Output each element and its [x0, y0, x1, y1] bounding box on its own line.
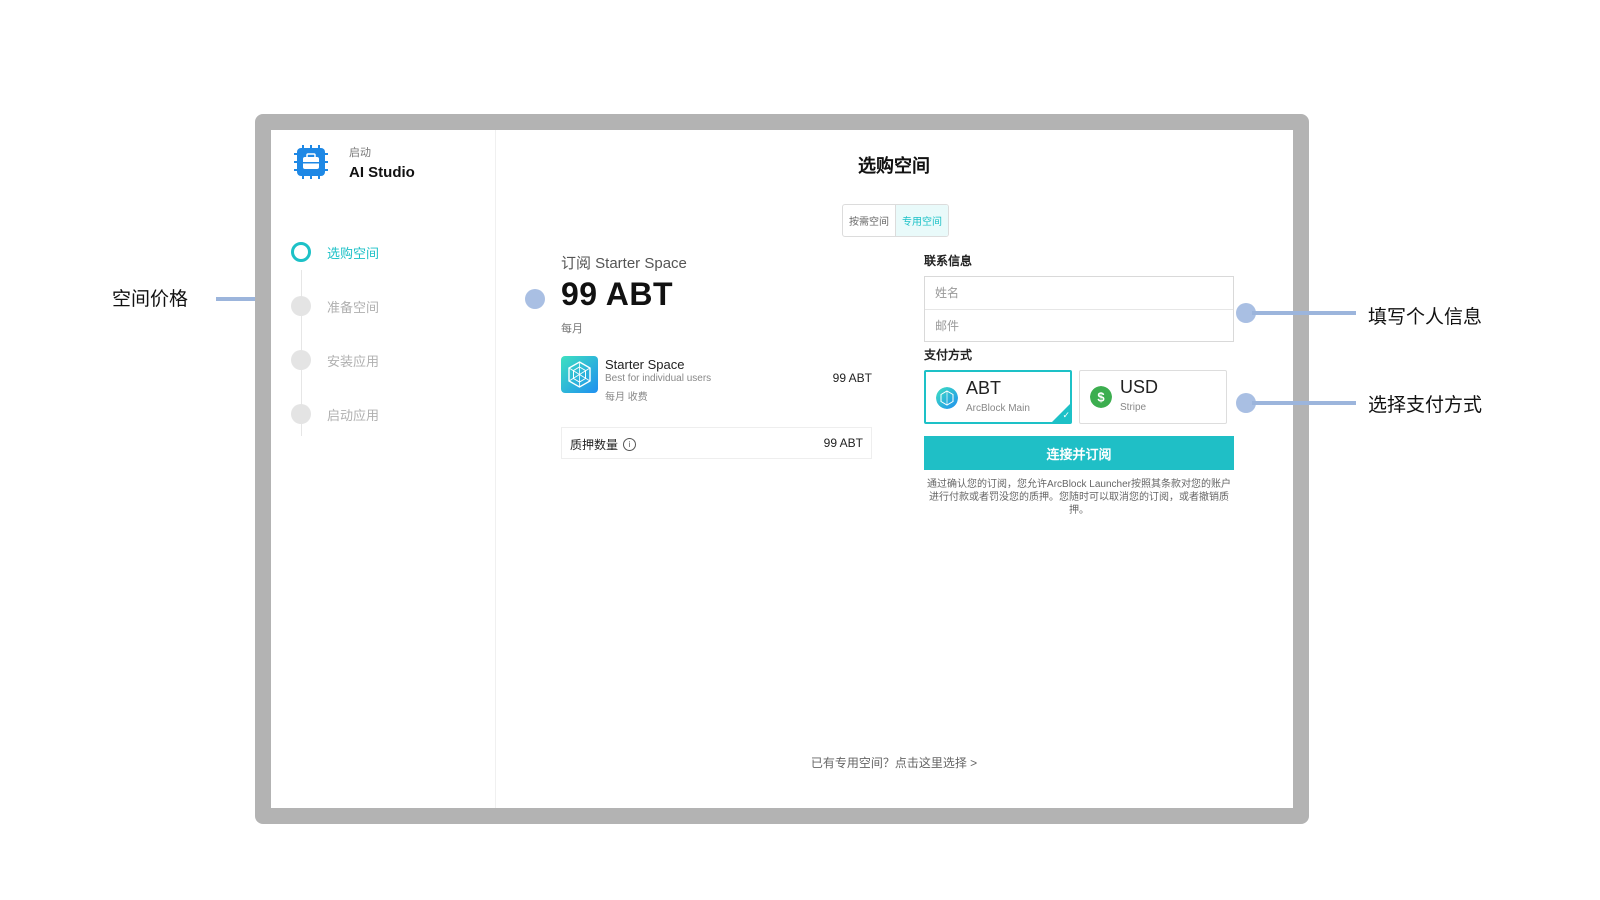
stake-row: 质押数量 i 99 ABT	[561, 427, 872, 459]
payment-network: ArcBlock Main	[966, 403, 1030, 414]
step-label: 启动应用	[327, 407, 380, 423]
payment-provider: Stripe	[1120, 402, 1147, 413]
email-input[interactable]	[925, 309, 1233, 341]
plan-billing: 每月 收费	[605, 392, 648, 403]
step-prepare-space[interactable]: 准备空间	[291, 295, 379, 317]
plan-description: Best for individual users	[605, 373, 712, 384]
app-subtitle: 启动	[349, 147, 371, 159]
device-frame: 启动 AI Studio 选购空间 准备空间 安装应用 启动应用 选购空间 按需	[255, 114, 1309, 824]
payment-method-abt[interactable]: ABT ArcBlock Main ✓	[924, 370, 1072, 424]
stake-label-group: 质押数量 i	[570, 436, 637, 453]
annotation-payment-line	[1252, 401, 1356, 405]
stake-value: 99 ABT	[823, 436, 863, 450]
contact-label: 联系信息	[924, 254, 973, 268]
step-pending-icon	[291, 404, 311, 424]
space-type-toggle: 按需空间 专用空间	[842, 204, 949, 237]
sidebar: 启动 AI Studio 选购空间 准备空间 安装应用 启动应用	[271, 130, 496, 808]
step-pending-icon	[291, 350, 311, 370]
plan-name: Starter Space	[605, 357, 685, 372]
step-install-app[interactable]: 安装应用	[291, 349, 379, 371]
terms-text: 通过确认您的订阅，您允许ArcBlock Launcher按照其条款对您的账户进…	[927, 479, 1231, 516]
step-select-space[interactable]: 选购空间	[291, 241, 379, 263]
toggle-on-demand[interactable]: 按需空间	[843, 205, 895, 236]
selected-check-icon: ✓	[1052, 404, 1070, 422]
existing-space-link[interactable]: 已有专用空间？点击这里选择 >	[495, 754, 1293, 771]
connect-subscribe-button[interactable]: 连接并订阅	[924, 436, 1234, 470]
subscription-price: 99 ABT	[561, 276, 674, 312]
app-logo-icon	[294, 145, 328, 179]
subscription-period: 每月	[561, 323, 583, 335]
payment-method-usd[interactable]: $ USD Stripe	[1079, 370, 1227, 424]
dollar-icon: $	[1090, 386, 1112, 408]
step-active-icon	[291, 242, 311, 262]
starter-space-icon	[561, 356, 598, 393]
annotation-contact-line	[1252, 311, 1356, 315]
step-launch-app[interactable]: 启动应用	[291, 403, 379, 425]
app-screen: 启动 AI Studio 选购空间 准备空间 安装应用 启动应用 选购空间 按需	[271, 130, 1293, 808]
info-icon[interactable]: i	[623, 438, 637, 451]
annotation-price-dot	[525, 289, 545, 309]
step-label: 选购空间	[327, 245, 380, 261]
plan-price: 99 ABT	[832, 371, 872, 385]
payment-name: USD	[1120, 377, 1159, 397]
subscription-title: 订阅 Starter Space	[561, 255, 687, 272]
contact-inputs	[924, 276, 1234, 342]
stake-label: 质押数量	[570, 438, 619, 452]
payment-label: 支付方式	[924, 348, 973, 362]
page-title: 选购空间	[858, 156, 930, 176]
annotation-contact-label: 填写个人信息	[1368, 307, 1483, 328]
svg-text:$: $	[1097, 390, 1105, 405]
payment-name: ABT	[966, 378, 1002, 398]
app-name: AI Studio	[349, 164, 415, 181]
annotation-price-label: 空间价格	[112, 289, 189, 310]
step-pending-icon	[291, 296, 311, 316]
name-input[interactable]	[925, 277, 1233, 309]
step-label: 准备空间	[327, 299, 380, 315]
plan-item: Starter Space Best for individual users …	[561, 356, 872, 408]
annotation-payment-label: 选择支付方式	[1368, 395, 1483, 416]
step-label: 安装应用	[327, 353, 380, 369]
toggle-dedicated[interactable]: 专用空间	[895, 205, 948, 236]
abt-token-icon	[936, 387, 958, 409]
